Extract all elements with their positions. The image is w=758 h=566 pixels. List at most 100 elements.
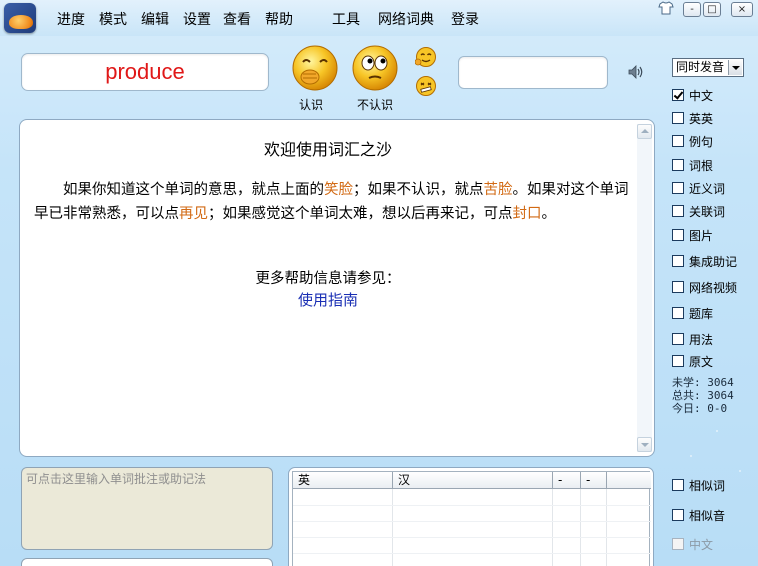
option-label: 中文 <box>689 88 714 103</box>
menu-bar: 进度 模式 编辑 设置 查看 帮助 工具 网络词典 登录 - □ × <box>0 0 758 36</box>
option-english-english[interactable]: 英英 <box>672 110 713 126</box>
definition-panel: 欢迎使用词汇之沙 如果你知道这个单词的意思，就点上面的笑脸；如果不认识，就点苦脸… <box>19 119 655 457</box>
option-similar-sounds[interactable]: 相似音 <box>672 507 725 523</box>
option-chinese[interactable]: 中文 <box>672 87 713 103</box>
column-header-extra-2[interactable]: - <box>581 472 607 489</box>
sparkle <box>716 430 718 432</box>
word-list-panel: 英 汉 - - <box>288 467 654 566</box>
option-label: 相似词 <box>689 478 726 493</box>
chevron-down-icon[interactable] <box>728 60 742 75</box>
option-video[interactable]: 网络视频 <box>672 279 737 295</box>
checkbox[interactable] <box>672 229 684 241</box>
instructions-text-4: ；如果感觉这个单词太难，想以后再来记，可点 <box>208 206 513 222</box>
option-label: 用法 <box>689 332 714 347</box>
checkbox[interactable] <box>672 135 684 147</box>
seal-face-icon[interactable] <box>415 75 437 97</box>
column-header-extra-1[interactable]: - <box>553 472 581 489</box>
seal-hint: 封口 <box>512 206 542 222</box>
know-label[interactable]: 认识 <box>299 96 323 113</box>
column-divider <box>606 489 607 566</box>
option-mnemonic[interactable]: 集成助记 <box>672 253 737 269</box>
checkbox[interactable] <box>672 205 684 217</box>
option-synonym[interactable]: 近义词 <box>672 180 725 196</box>
secondary-note-box[interactable] <box>21 558 273 566</box>
menu-online-dictionary[interactable]: 网络词典 <box>378 9 434 29</box>
column-divider <box>580 489 581 566</box>
column-header-filler <box>607 472 651 489</box>
stat-unlearned: 未学: 3064 <box>672 376 734 389</box>
lookup-input[interactable] <box>458 56 608 89</box>
instructions-text-5: 。 <box>541 206 557 222</box>
table-row <box>293 505 651 506</box>
option-label: 近义词 <box>689 181 726 196</box>
confused-face-icon[interactable] <box>350 43 400 93</box>
sparkle <box>690 455 692 457</box>
checkbox[interactable] <box>672 159 684 171</box>
menu-progress[interactable]: 进度 <box>57 9 85 29</box>
smile-face-icon[interactable] <box>290 43 340 93</box>
scroll-down-button[interactable] <box>637 437 652 452</box>
option-example[interactable]: 例句 <box>672 133 713 149</box>
skin-shirt-icon[interactable] <box>658 1 674 15</box>
word-list-table[interactable]: 英 汉 - - <box>292 471 651 566</box>
checkbox[interactable] <box>672 255 684 267</box>
option-label: 词根 <box>689 158 714 173</box>
voice-mode-select[interactable]: 同时发音 <box>672 58 744 77</box>
menu-help[interactable]: 帮助 <box>265 9 293 29</box>
current-word: produce <box>21 53 269 91</box>
annotation-input[interactable]: 可点击这里输入单词批注或助记法 <box>21 467 273 550</box>
column-divider <box>552 489 553 566</box>
table-row <box>293 537 651 538</box>
checkbox[interactable] <box>672 355 684 367</box>
sparkle <box>739 470 741 472</box>
welcome-title: 欢迎使用词汇之沙 <box>263 140 392 159</box>
option-label: 相似音 <box>689 508 726 523</box>
option-similar-words[interactable]: 相似词 <box>672 477 725 493</box>
checkbox[interactable] <box>672 112 684 124</box>
user-guide-link[interactable]: 使用指南 <box>20 289 636 310</box>
menu-tools[interactable]: 工具 <box>332 9 360 29</box>
checkbox[interactable] <box>672 281 684 293</box>
instructions-text-1: 如果你知道这个单词的意思，就点上面的 <box>63 182 324 198</box>
checkbox[interactable] <box>672 479 684 491</box>
menu-view[interactable]: 查看 <box>223 9 251 29</box>
voice-mode-value: 同时发音 <box>676 60 725 74</box>
bye-hint: 再见 <box>179 206 208 222</box>
vertical-scrollbar[interactable] <box>637 124 652 452</box>
minimize-button[interactable]: - <box>683 2 701 17</box>
checkbox[interactable] <box>672 89 684 101</box>
menu-login[interactable]: 登录 <box>451 9 479 29</box>
option-usage[interactable]: 用法 <box>672 331 713 347</box>
option-label: 题库 <box>689 306 714 321</box>
column-header-english[interactable]: 英 <box>293 472 393 489</box>
column-header-chinese[interactable]: 汉 <box>393 472 553 489</box>
unknown-label[interactable]: 不认识 <box>357 96 393 113</box>
option-related[interactable]: 关联词 <box>672 203 725 219</box>
option-question-bank[interactable]: 题库 <box>672 305 713 321</box>
table-row <box>293 553 651 554</box>
option-root[interactable]: 词根 <box>672 157 713 173</box>
word-stats: 未学: 3064 总共: 3064 今日: 0-0 <box>672 376 734 415</box>
checkbox[interactable] <box>672 509 684 521</box>
restore-button[interactable]: □ <box>703 2 721 17</box>
menu-mode[interactable]: 模式 <box>99 9 127 29</box>
checkbox[interactable] <box>672 182 684 194</box>
menu-edit[interactable]: 编辑 <box>141 9 169 29</box>
checkbox[interactable] <box>672 333 684 345</box>
speaker-icon[interactable] <box>627 63 645 81</box>
close-button[interactable]: × <box>731 2 753 17</box>
annotation-placeholder: 可点击这里输入单词批注或助记法 <box>26 472 207 486</box>
scroll-up-button[interactable] <box>637 124 652 139</box>
stat-today: 今日: 0-0 <box>672 402 728 415</box>
option-original[interactable]: 原文 <box>672 353 713 369</box>
option-label: 中文 <box>689 537 714 552</box>
table-row <box>293 521 651 522</box>
smile-hint: 笑脸 <box>324 182 353 198</box>
bye-face-icon[interactable] <box>415 46 437 68</box>
stat-total: 总共: 3064 <box>672 389 734 402</box>
checkbox[interactable] <box>672 307 684 319</box>
app-logo-icon[interactable] <box>4 3 36 33</box>
option-label: 网络视频 <box>689 280 738 295</box>
menu-settings[interactable]: 设置 <box>183 9 211 29</box>
option-image[interactable]: 图片 <box>672 227 713 243</box>
